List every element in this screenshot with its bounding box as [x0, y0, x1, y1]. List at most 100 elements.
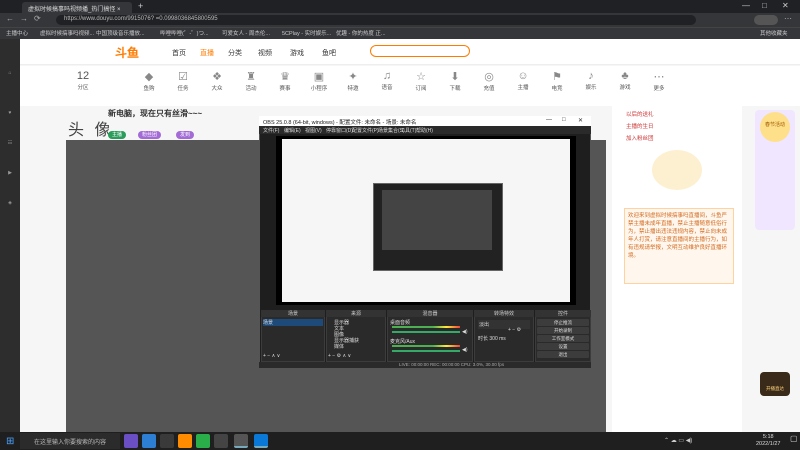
transition-add-icon[interactable]: + − ⚙ [508, 327, 521, 333]
category-item[interactable]: ◎ 充值 [472, 70, 506, 92]
stream-title: 新电脑，现在只有丝滑~~~ [108, 109, 203, 118]
scene-add-icon[interactable]: + − ∧ ∨ [263, 353, 280, 359]
bookmark-item[interactable]: 中国顶级音乐播放... [96, 29, 145, 37]
obs-maximize-icon[interactable]: □ [562, 117, 566, 123]
category-item[interactable]: ☑ 任务 [166, 70, 200, 92]
nav-link[interactable]: 直播 [200, 48, 214, 58]
status-badge[interactable]: 发到 [176, 131, 195, 139]
category-item[interactable]: ▣ 小程序 [302, 70, 336, 92]
browser-tab[interactable]: 虚拟时候搞事吗视频播_热门搞怪 × [22, 2, 132, 13]
taskbar-search-input[interactable]: 在这里输入你要搜索的内容 [20, 433, 120, 449]
mute-icon[interactable]: ◀) [462, 329, 468, 335]
profile-avatar[interactable] [754, 15, 778, 25]
sidebar-video-icon[interactable]: ▶ [2, 170, 18, 176]
app-icon[interactable] [178, 434, 192, 448]
minimize-icon[interactable]: — [742, 1, 750, 10]
obs-taskbar-icon[interactable] [234, 434, 248, 448]
scene-item[interactable]: 场景 [263, 319, 323, 326]
new-tab-button[interactable]: + [138, 1, 143, 11]
app-icon[interactable] [214, 434, 228, 448]
status-badge[interactable]: 粉丝团 [138, 131, 162, 139]
promo-badge[interactable]: 春节活动 [760, 112, 790, 142]
source-item[interactable]: 媒体 [334, 343, 344, 350]
nav-link[interactable]: 游戏 [290, 48, 304, 58]
windows-start-icon[interactable]: ⊞ [6, 436, 14, 447]
other-bookmarks[interactable]: 其他收藏夹 [760, 29, 788, 37]
bookmark-item[interactable]: 哔哩哔哩(゜-゜)つ... [160, 29, 209, 37]
bookmark-item[interactable]: 虚拟时候搞事吗视频... [40, 29, 94, 37]
avatar[interactable]: 头 像 [68, 116, 113, 140]
sidebar-follow-icon[interactable]: ♥ [2, 110, 18, 116]
back-icon[interactable]: ← [6, 14, 14, 23]
left-sidebar [0, 39, 20, 432]
studio-mode-button[interactable]: 工作室模式 [537, 335, 589, 342]
app-icon[interactable] [142, 434, 156, 448]
category-item[interactable]: ♣ 游戏 [608, 70, 642, 91]
category-item[interactable]: ♜ 活动 [234, 70, 268, 92]
transition-select[interactable]: 淡出 [478, 320, 530, 329]
forward-icon[interactable]: → [20, 14, 28, 23]
bookmark-item[interactable]: 5CPlay - 实时娱乐... [282, 29, 331, 37]
obs-menu-item[interactable]: 帮助(H) [416, 127, 433, 134]
category-icon: ✦ [348, 71, 358, 83]
category-item[interactable]: ⬇ 下载 [438, 70, 472, 92]
settings-button[interactable]: 设置 [537, 343, 589, 350]
stop-streaming-button[interactable]: 停止推流 [537, 319, 589, 326]
obs-menu-item[interactable]: 停靠窗口(D) [326, 127, 353, 134]
category-item[interactable]: ◆ 鱼购 [132, 70, 166, 92]
obs-menu-item[interactable]: 编辑(E) [284, 127, 301, 134]
sidebar-home-icon[interactable]: ⌂ [2, 70, 18, 76]
category-item[interactable]: ❖ 大众 [200, 70, 234, 92]
obs-close-icon[interactable]: ✕ [578, 117, 583, 124]
close-icon[interactable]: ✕ [782, 1, 789, 10]
obs-minimize-icon[interactable]: — [546, 117, 552, 123]
bookmark-item[interactable]: 优趣 - 你的热度 正... [336, 29, 386, 37]
category-icon: ♣ [621, 70, 629, 82]
nav-link[interactable]: 视频 [258, 48, 272, 58]
category-item[interactable]: ⋯ 更多 [642, 70, 676, 92]
maximize-icon[interactable]: □ [762, 1, 767, 10]
nav-link[interactable]: 鱼吧 [322, 48, 336, 58]
volume-slider[interactable] [392, 331, 460, 333]
volume-slider[interactable] [392, 350, 460, 352]
category-item[interactable]: ⚑ 电竞 [540, 70, 574, 92]
start-recording-button[interactable]: 开始录制 [537, 327, 589, 334]
category-item[interactable]: 12 分区 [66, 70, 100, 91]
category-item[interactable]: ✦ 特邀 [336, 70, 370, 92]
exit-button[interactable]: 退出 [537, 351, 589, 358]
wechat-icon[interactable] [196, 434, 210, 448]
category-item[interactable]: ♛ 赛事 [268, 70, 302, 92]
duration-field[interactable]: 时长 300 ms [478, 335, 506, 342]
taskbar-clock[interactable]: 5:18 2022/1/27 [756, 434, 780, 448]
recursive-obs-preview [382, 190, 492, 250]
live-entry-badge[interactable]: 开播直达 [760, 372, 790, 396]
bookmark-item[interactable]: 可爱女人 - 周杰伦... [222, 29, 270, 37]
obs-menu-item[interactable]: 配置文件(P) [352, 127, 379, 134]
category-item[interactable]: ☆ 订阅 [404, 70, 438, 92]
nav-link[interactable]: 首页 [172, 48, 186, 58]
mute-icon[interactable]: ◀) [462, 347, 468, 353]
more-menu-icon[interactable]: ⋯ [784, 14, 792, 23]
obs-menu-item[interactable]: 视图(V) [305, 127, 322, 134]
sidebar-category-icon[interactable]: ☷ [2, 140, 18, 146]
sidebar-game-icon[interactable]: ◈ [2, 200, 18, 206]
edge-browser-icon[interactable] [254, 434, 268, 448]
panel-text[interactable]: 加入粉丝团 [626, 134, 736, 142]
file-explorer-icon[interactable] [160, 434, 174, 448]
notification-icon[interactable]: ▢ [790, 434, 798, 443]
category-item[interactable]: ♪ 娱乐 [574, 70, 608, 91]
source-add-icon[interactable]: + − ⚙ ∧ ∨ [328, 353, 351, 359]
nav-link[interactable]: 分类 [228, 48, 242, 58]
site-search-input[interactable] [370, 45, 470, 57]
category-item[interactable]: ♫ 语音 [370, 70, 404, 91]
category-item[interactable]: ☺ 主播 [506, 70, 540, 91]
app-icon[interactable] [124, 434, 138, 448]
refresh-icon[interactable]: ⟳ [34, 14, 41, 23]
url-input[interactable]: https://www.douyu.com/9915076? =0.099803… [56, 15, 696, 25]
bookmark-item[interactable]: 主播中心 [6, 29, 28, 37]
category-icon: ◆ [144, 71, 154, 83]
tray-icons[interactable]: ⌃ ☁ ▭ ◀) [664, 437, 692, 444]
obs-menu-item[interactable]: 工具(T) [400, 127, 416, 134]
site-logo[interactable]: 斗鱼 [115, 44, 139, 61]
obs-menu-item[interactable]: 文件(F) [263, 127, 279, 134]
